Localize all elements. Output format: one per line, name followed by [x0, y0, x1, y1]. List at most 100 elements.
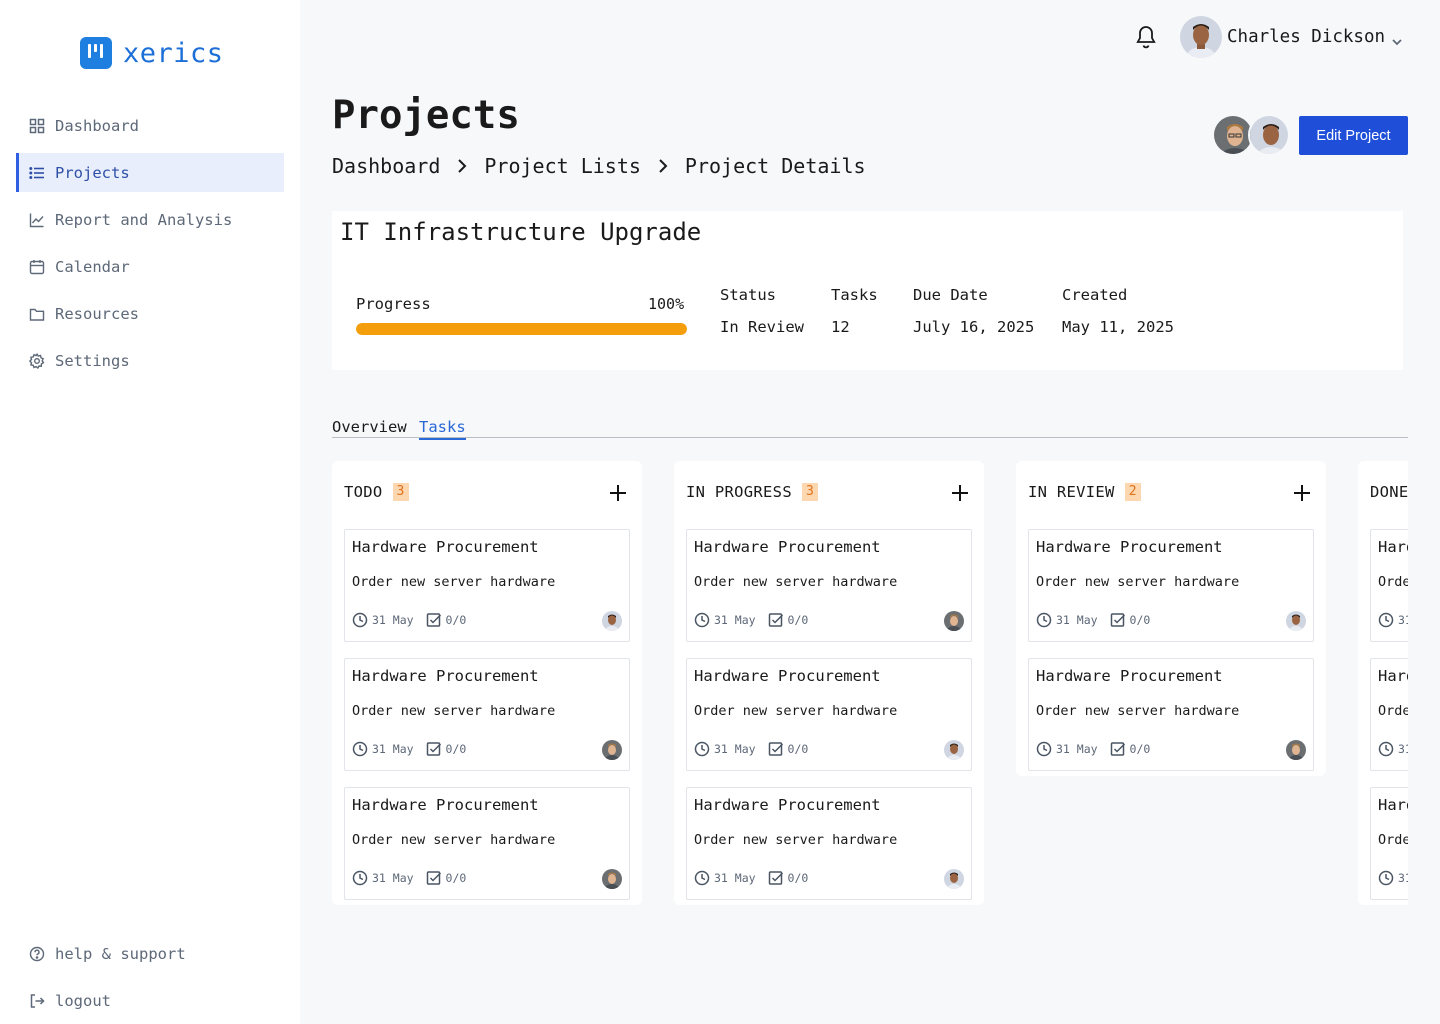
column-header: IN REVIEW 2 [1028, 483, 1141, 501]
task-card[interactable]: Hardware Procurement Order new server har… [1370, 658, 1408, 771]
task-card[interactable]: Hardware Procurement Order new server har… [686, 658, 972, 771]
add-task-icon[interactable] [1292, 483, 1312, 503]
task-card[interactable]: Hardware Procurement Order new server har… [1028, 658, 1314, 771]
add-task-icon[interactable] [950, 483, 970, 503]
user-name: Charles Dickson [1227, 27, 1386, 47]
task-description: Order new server hardware [1036, 703, 1240, 719]
logout-link[interactable]: logout [16, 981, 284, 1020]
brand-logo[interactable]: xerics [80, 37, 224, 69]
task-title: Hardware Procurement [352, 667, 539, 685]
edit-project-button[interactable]: Edit Project [1299, 116, 1408, 155]
checklist-icon [1110, 741, 1130, 757]
help-icon [29, 946, 45, 962]
sidebar-item-label: Report and Analysis [55, 210, 233, 229]
sidebar-item-calendar[interactable]: Calendar [16, 247, 284, 286]
column-title: TODO [344, 483, 383, 501]
chevron-down-icon [1391, 32, 1403, 46]
task-checklist-count: 0/0 [1129, 613, 1151, 627]
breadcrumb-item-dashboard[interactable]: Dashboard [332, 154, 440, 178]
chart-icon [29, 212, 45, 228]
task-meta: 31 May0/0 [1378, 870, 1408, 886]
team-avatars[interactable] [1212, 114, 1290, 156]
assignee-avatar[interactable] [944, 740, 964, 760]
sidebar-footer: help & support logout [16, 934, 284, 1024]
kanban-column-done: DONE Hardware Procurement Order new server… [1358, 461, 1408, 905]
logout-icon [29, 993, 45, 1009]
project-tabs: Overview Tasks [332, 418, 1408, 440]
meta-status: Status In Review [720, 286, 804, 336]
sidebar-item-report-and-analysis[interactable]: Report and Analysis [16, 200, 284, 239]
column-header: TODO 3 [344, 483, 409, 501]
user-avatar [1180, 16, 1222, 58]
tab-overview[interactable]: Overview [332, 418, 407, 438]
assignee-avatar[interactable] [944, 611, 964, 631]
clock-icon [694, 741, 714, 757]
column-count-badge: 3 [392, 483, 409, 501]
assignee-avatar[interactable] [602, 740, 622, 760]
column-header: IN PROGRESS 3 [686, 483, 819, 501]
checklist-icon [768, 612, 788, 628]
task-due-date: 31 May [372, 871, 414, 885]
task-description: Order new server hardware [694, 574, 898, 590]
assignee-avatar[interactable] [1286, 611, 1306, 631]
task-card[interactable]: Hardware Procurement Order new server har… [344, 787, 630, 900]
task-due-date: 31 May [372, 742, 414, 756]
task-card[interactable]: Hardware Procurement Order new server har… [344, 529, 630, 642]
task-card[interactable]: Hardware Procurement Order new server har… [686, 529, 972, 642]
clock-icon [1036, 612, 1056, 628]
task-checklist-count: 0/0 [445, 613, 467, 627]
task-title: Hardware Procurement [1378, 667, 1408, 685]
sidebar-item-resources[interactable]: Resources [16, 294, 284, 333]
sidebar-item-label: Projects [55, 163, 130, 182]
sidebar-item-label: help & support [55, 944, 186, 963]
task-checklist-count: 0/0 [445, 742, 467, 756]
task-checklist-count: 0/0 [787, 613, 809, 627]
assignee-avatar[interactable] [602, 869, 622, 889]
column-title: IN REVIEW [1028, 483, 1115, 501]
sidebar-item-dashboard[interactable]: Dashboard [16, 106, 284, 145]
task-title: Hardware Procurement [694, 667, 881, 685]
bell-icon[interactable] [1134, 24, 1158, 50]
sidebar-item-projects[interactable]: Projects [16, 153, 284, 192]
tab-tasks[interactable]: Tasks [419, 418, 466, 440]
clock-icon [694, 612, 714, 628]
add-task-icon[interactable] [608, 483, 628, 503]
brand-name: xerics [123, 37, 224, 69]
task-meta: 31 May0/0 [694, 870, 808, 886]
page-title: Projects [332, 93, 520, 138]
task-description: Order new server hardware [352, 574, 556, 590]
task-due-date: 31 May [372, 613, 414, 627]
meta-key: Created [1062, 286, 1128, 304]
meta-value: July 16, 2025 [913, 318, 1035, 336]
checklist-icon [768, 870, 788, 886]
kanban-column-in-progress: IN PROGRESS 3 Hardware Procurement Order ne… [674, 461, 984, 905]
task-card[interactable]: Hardware Procurement Order new server har… [1028, 529, 1314, 642]
help-support-link[interactable]: help & support [16, 934, 284, 973]
progress-fill [356, 323, 687, 335]
kanban-column-todo: TODO 3 Hardware Procurement Order new serve… [332, 461, 642, 905]
task-due-date: 31 May [1398, 613, 1408, 627]
sidebar-item-settings[interactable]: Settings [16, 341, 284, 380]
task-card[interactable]: Hardware Procurement Order new server har… [344, 658, 630, 771]
assignee-avatar[interactable] [602, 611, 622, 631]
checklist-icon [426, 741, 446, 757]
task-card[interactable]: Hardware Procurement Order new server har… [1370, 529, 1408, 642]
task-title: Hardware Procurement [352, 796, 539, 814]
user-menu[interactable]: Charles Dickson [1180, 16, 1403, 58]
meta-value: May 11, 2025 [1062, 318, 1174, 336]
clock-icon [1378, 741, 1398, 757]
sidebar-item-label: Resources [55, 304, 139, 323]
kanban-board: TODO 3 Hardware Procurement Order new serve… [332, 461, 1408, 921]
task-meta: 31 May0/0 [694, 612, 808, 628]
assignee-avatar[interactable] [944, 869, 964, 889]
task-card[interactable]: Hardware Procurement Order new server har… [1370, 787, 1408, 900]
task-description: Order new server hardware [694, 832, 898, 848]
column-count-badge: 2 [1124, 483, 1141, 501]
meta-tasks: Tasks 12 [831, 286, 878, 336]
task-card[interactable]: Hardware Procurement Order new server har… [686, 787, 972, 900]
task-description: Order new server hardware [1378, 574, 1408, 590]
breadcrumb-item-project-lists[interactable]: Project Lists [484, 154, 641, 178]
task-description: Order new server hardware [352, 832, 556, 848]
assignee-avatar[interactable] [1286, 740, 1306, 760]
task-due-date: 31 May [1056, 742, 1098, 756]
